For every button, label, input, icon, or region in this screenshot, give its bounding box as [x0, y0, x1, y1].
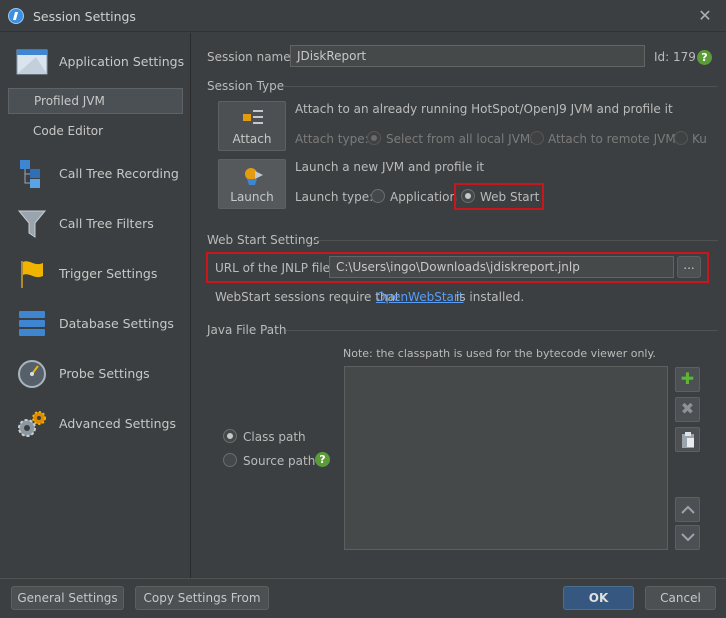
launch-button[interactable]: Launch [218, 159, 286, 209]
attach-button[interactable]: Attach [218, 101, 286, 151]
web-start-settings-title: Web Start Settings [207, 233, 320, 247]
launch-type-label: Launch type: [295, 190, 374, 204]
launch-application-label: Application [390, 190, 458, 204]
sidebar-item-probe-settings[interactable]: Probe Settings [0, 354, 191, 394]
session-id-value: 179 [673, 50, 696, 64]
launch-button-label: Launch [230, 190, 274, 204]
sidebar-item-call-tree-filters[interactable]: Call Tree Filters [0, 204, 191, 244]
general-settings-button[interactable]: General Settings [11, 586, 124, 610]
divider [286, 330, 718, 331]
session-type-title: Session Type [207, 79, 285, 93]
sidebar-item-call-tree-recording[interactable]: Call Tree Recording [0, 154, 191, 194]
sidebar-item-label: Probe Settings [59, 366, 150, 381]
attach-description: Attach to an already running HotSpot/Ope… [295, 102, 673, 116]
sidebar-item-advanced-settings[interactable]: Advanced Settings [0, 404, 191, 444]
session-id-label: Id: [654, 50, 670, 64]
sidebar-item-label: Code Editor [33, 124, 104, 138]
copy-settings-button[interactable]: Copy Settings From [135, 586, 269, 610]
launch-icon [245, 168, 263, 185]
sidebar-item-label: Call Tree Filters [59, 216, 154, 231]
launch-description: Launch a new JVM and profile it [295, 160, 485, 174]
sidebar-item-trigger-settings[interactable]: Trigger Settings [0, 254, 191, 294]
attach-ku-radio[interactable] [674, 131, 688, 145]
attach-ku-label: Ku [692, 132, 707, 146]
help-icon[interactable]: ? [315, 452, 330, 467]
browse-button[interactable]: ... [677, 256, 701, 278]
attach-remote-label: Attach to remote JVM [548, 132, 676, 146]
database-icon [19, 311, 45, 336]
classpath-list[interactable] [344, 366, 668, 550]
move-down-button[interactable] [675, 525, 700, 550]
call-tree-recording-icon [20, 160, 40, 188]
divider [312, 240, 718, 241]
launch-web-start-label: Web Start [480, 190, 540, 204]
chevron-down-icon [681, 533, 695, 542]
sidebar: Application Settings Profiled JVM Code E… [0, 33, 191, 578]
launch-application-radio[interactable] [371, 189, 385, 203]
attach-local-radio[interactable] [367, 131, 381, 145]
close-icon[interactable]: ✕ [694, 5, 716, 27]
source-path-label: Source path [243, 454, 316, 468]
classpath-note: Note: the classpath is used for the byte… [343, 347, 656, 360]
paste-entry-button[interactable] [675, 427, 700, 452]
divider [283, 86, 718, 87]
help-icon[interactable]: ? [697, 50, 712, 65]
session-name-input[interactable]: JDiskReport [290, 45, 645, 67]
attach-button-label: Attach [232, 132, 272, 146]
sidebar-item-code-editor[interactable]: Code Editor [8, 119, 183, 145]
chevron-up-icon [681, 505, 695, 514]
cancel-button[interactable]: Cancel [645, 586, 716, 610]
class-path-label: Class path [243, 430, 306, 444]
ok-button[interactable]: OK [563, 586, 634, 610]
title-bar: Session Settings ✕ [0, 0, 726, 32]
gauge-icon [18, 360, 46, 388]
openwebstart-link[interactable]: OpenWebStart [376, 290, 464, 304]
window-title: Session Settings [33, 9, 136, 24]
sidebar-item-profiled-jvm[interactable]: Profiled JVM [8, 88, 183, 114]
funnel-icon [17, 210, 47, 238]
sidebar-item-database-settings[interactable]: Database Settings [0, 304, 191, 344]
sidebar-item-label: Database Settings [59, 316, 174, 331]
flag-icon [21, 261, 43, 288]
move-up-button[interactable] [675, 497, 700, 522]
add-entry-button[interactable]: ✚ [675, 367, 700, 392]
sidebar-item-application-settings[interactable]: Application Settings [0, 42, 191, 82]
clipboard-icon [682, 432, 694, 448]
sidebar-item-label: Advanced Settings [59, 416, 176, 431]
session-name-label: Session name: [207, 50, 295, 64]
application-settings-icon [16, 49, 48, 75]
plus-icon: ✚ [680, 369, 695, 388]
attach-icon [243, 110, 263, 124]
sidebar-item-label: Application Settings [59, 54, 185, 69]
webstart-note-suffix: is installed. [456, 290, 525, 304]
jnlp-url-label: URL of the JNLP file: [215, 261, 335, 275]
attach-type-label: Attach type: [295, 132, 369, 146]
class-path-radio[interactable] [223, 429, 237, 443]
webstart-note-prefix: WebStart sessions require that [215, 290, 400, 304]
attach-remote-radio[interactable] [530, 131, 544, 145]
gears-icon [18, 411, 46, 437]
attach-local-label: Select from all local JVMs [386, 132, 537, 146]
java-file-path-title: Java File Path [207, 323, 287, 337]
app-icon [8, 8, 24, 24]
remove-entry-button[interactable]: ✖ [675, 397, 700, 422]
jnlp-url-input[interactable]: C:\Users\ingo\Downloads\jdiskreport.jnlp [329, 256, 674, 278]
source-path-radio[interactable] [223, 453, 237, 467]
sidebar-item-label: Call Tree Recording [59, 166, 179, 181]
launch-web-start-radio[interactable] [461, 189, 475, 203]
sidebar-item-label: Trigger Settings [59, 266, 158, 281]
sidebar-item-label: Profiled JVM [34, 94, 105, 108]
remove-icon: ✖ [680, 399, 695, 418]
